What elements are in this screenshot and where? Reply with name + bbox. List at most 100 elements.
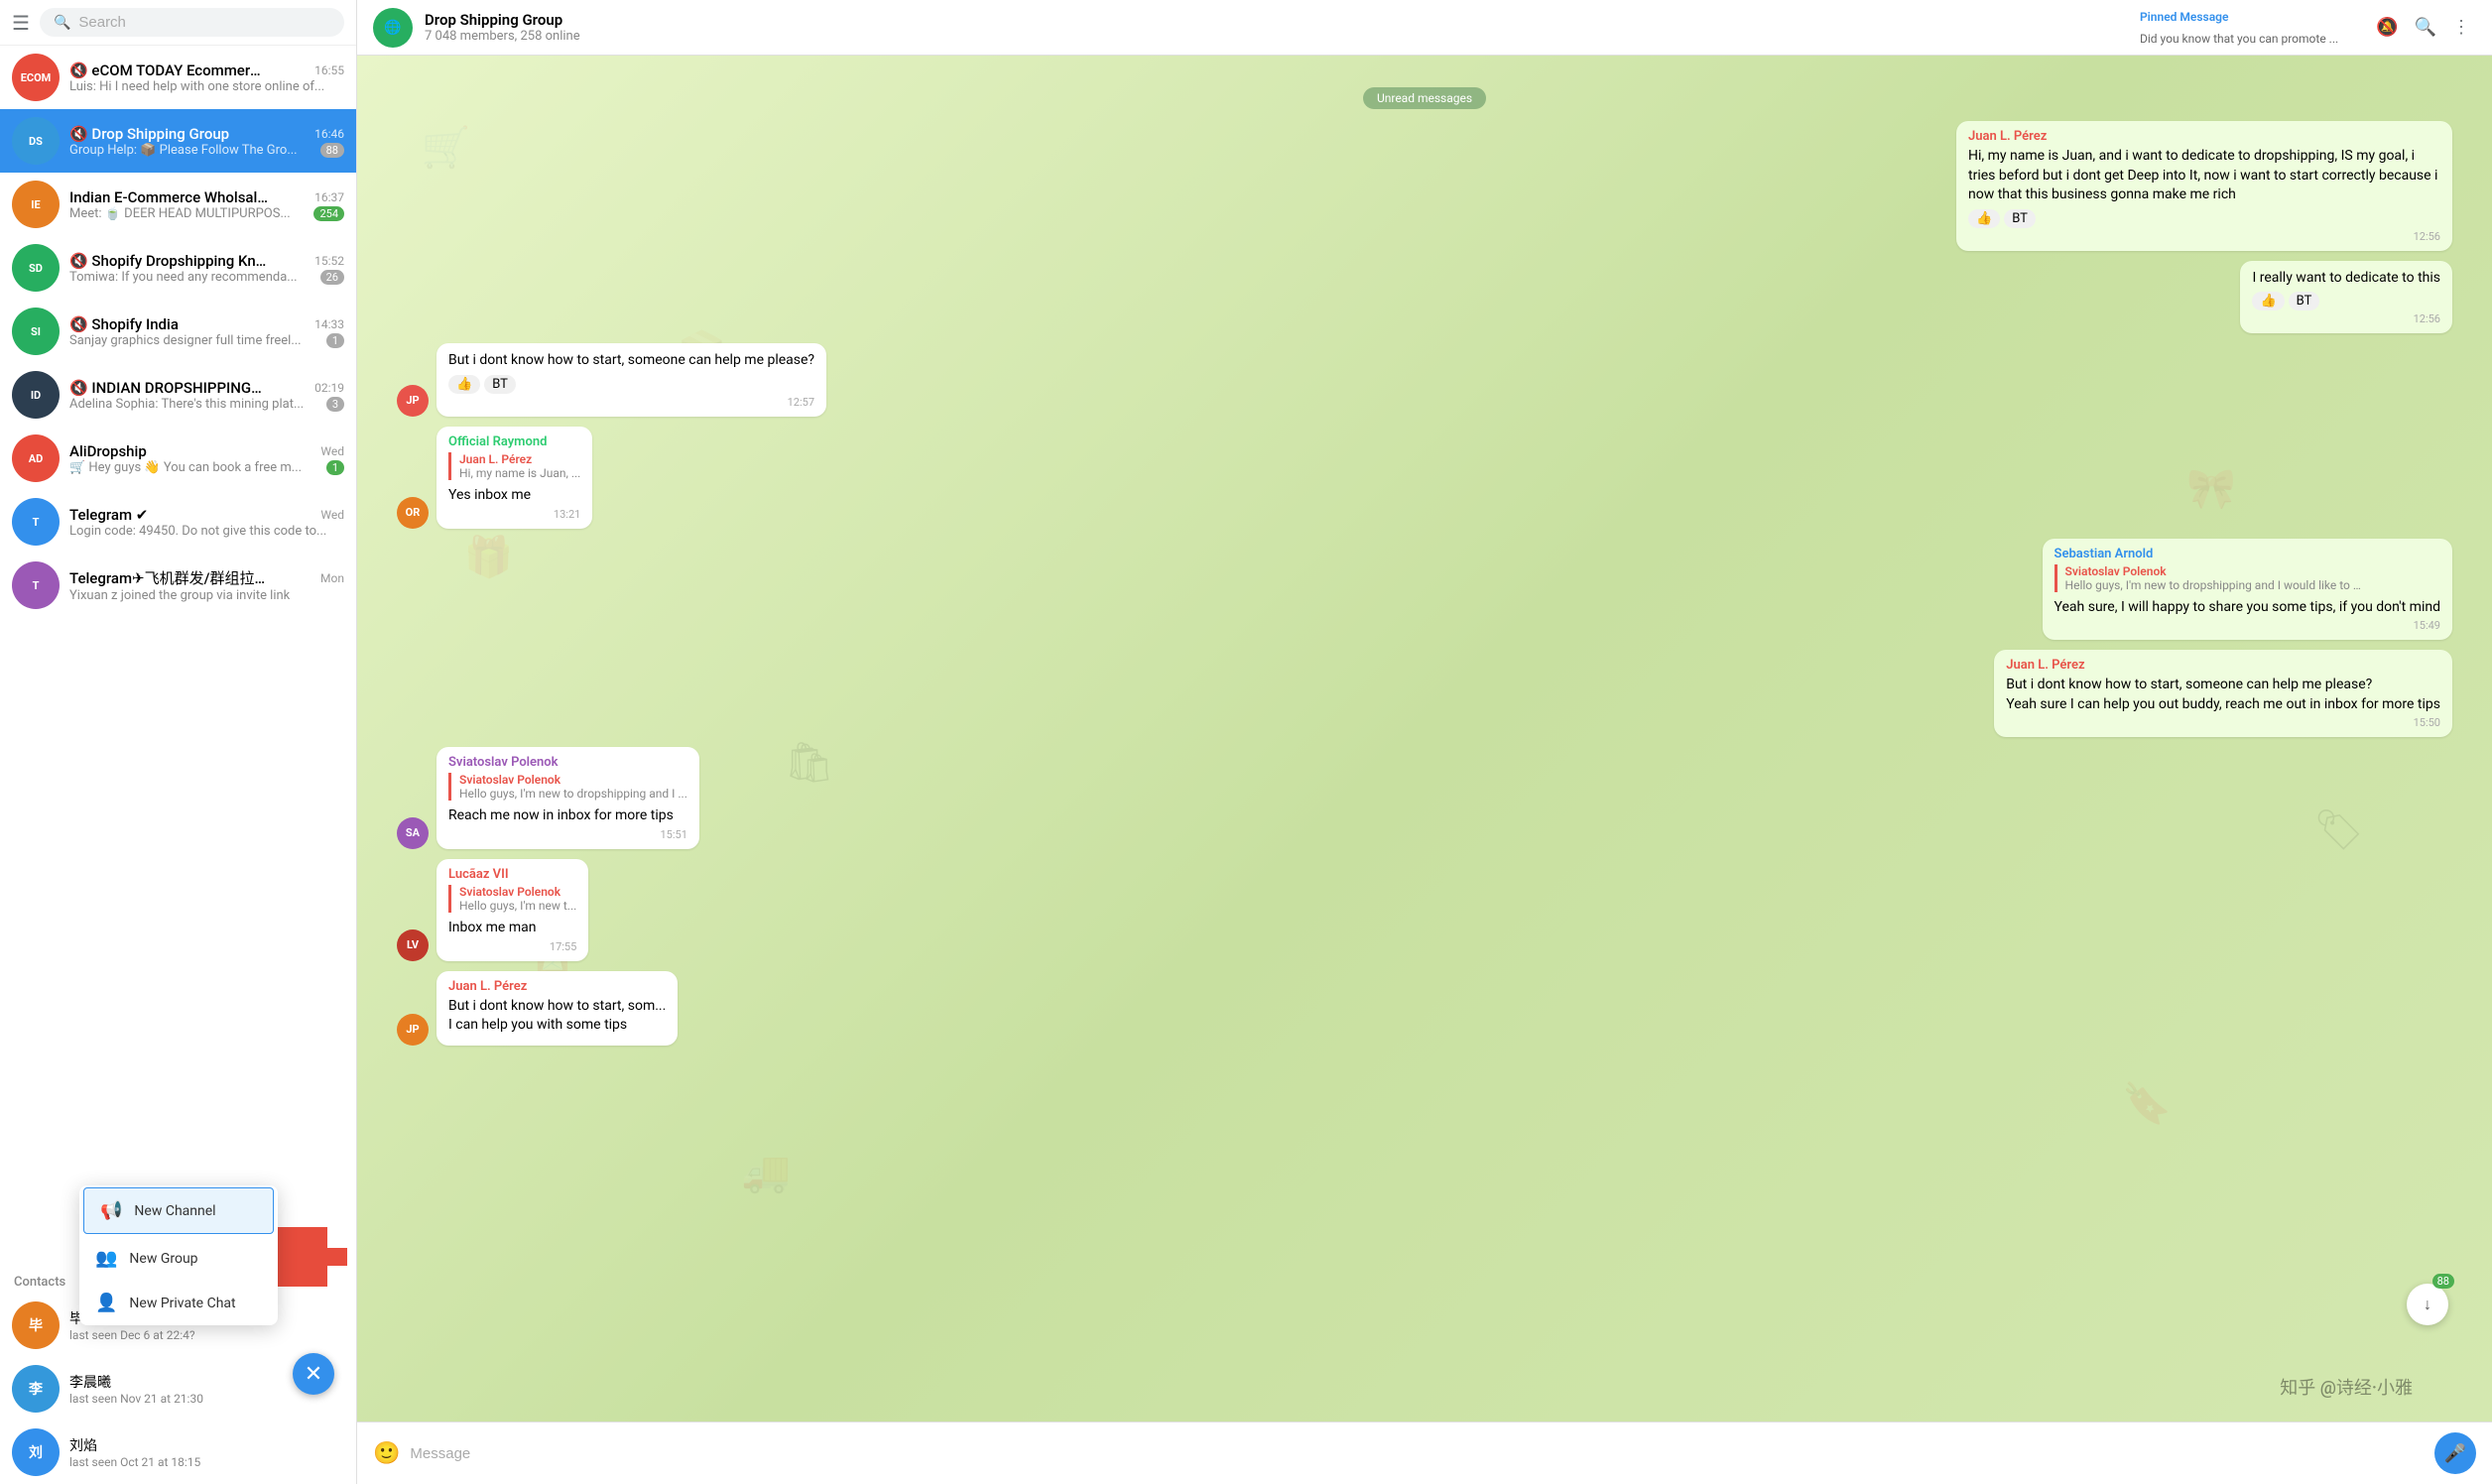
chat-preview: 🛒 Hey guys 👋 You can book a free m... (69, 460, 302, 475)
reaction[interactable]: 👍 (2252, 292, 2284, 310)
chat-preview: Meet: 🍵 DEER HEAD MULTIPURPOS... (69, 206, 291, 221)
chat-info: 🔇 eCOM TODAY Ecommerce | ENG C... 16:55 … (69, 62, 344, 94)
chat-avatar: DS (12, 117, 60, 165)
sender-name: Juan L. Pérez (448, 979, 666, 994)
chat-item-indian-drop[interactable]: ID 🔇 INDIAN DROPSHIPPING🚀🤑 02:19 Adelina… (0, 363, 356, 427)
msg-text: Inbox me man (448, 919, 576, 938)
message-bubble: Juan L. Pérez But i dont know how to sta… (436, 971, 678, 1046)
contact-status: last seen Dec 6 at 22:4? (69, 1328, 344, 1342)
chat-badge: 26 (320, 270, 344, 285)
pinned-label: Pinned Message (2140, 10, 2228, 24)
chat-badge: 1 (326, 333, 344, 348)
plus-icon: ✕ (305, 1362, 322, 1387)
contacts-label: Contacts (14, 1275, 65, 1290)
chat-info: Telegram ✔ Wed Login code: 49450. Do not… (69, 506, 344, 539)
reply-preview: Sviatoslav Polenok Hello guys, I'm new t… (448, 885, 576, 913)
chat-item-telegram-fly[interactable]: T Telegram✈飞机群发/群组拉人/群... ✔ Mon Yixuan z… (0, 554, 356, 617)
chat-time: 16:37 (314, 190, 344, 204)
reaction[interactable]: 👍 (448, 375, 480, 394)
contact-name: 刘焰 (69, 1435, 344, 1455)
chat-info: 🔇 INDIAN DROPSHIPPING🚀🤑 02:19 Adelina So… (69, 379, 344, 412)
chat-item-shopify-india[interactable]: SI 🔇 Shopify India 14:33 Sanjay graphics… (0, 300, 356, 363)
reply-preview: Sviatoslav Polenok Hello guys, I'm new t… (2055, 564, 2440, 592)
chat-item-telegram[interactable]: T Telegram ✔ Wed Login code: 49450. Do n… (0, 490, 356, 554)
msg-avatar: SA (397, 817, 429, 849)
search-input[interactable] (78, 14, 330, 31)
message-bubble: Official Raymond Juan L. Pérez Hi, my na… (436, 427, 592, 529)
chat-time: 16:55 (314, 63, 344, 77)
more-options-button[interactable]: ⋮ (2446, 11, 2476, 44)
reply-preview: Juan L. Pérez Hi, my name is Juan, ... (448, 452, 580, 480)
msg-time: 12:57 (448, 396, 814, 409)
message-row: I really want to dedicate to this 👍BT 12… (397, 261, 2452, 334)
emoji-button[interactable]: 🙂 (373, 1441, 400, 1466)
chat-header-sub: 7 048 members, 258 online (425, 29, 2128, 44)
msg-time: 15:50 (2006, 716, 2440, 729)
chat-name: 🔇 eCOM TODAY Ecommerce | ENG C... (69, 62, 268, 79)
search-box[interactable]: 🔍 (40, 8, 344, 37)
context-menu-item-new-channel[interactable]: 📢 New Channel (83, 1187, 274, 1234)
contact-item[interactable]: 刘 刘焰 last seen Oct 21 at 18:15 (0, 1421, 356, 1484)
chat-time: Wed (320, 508, 344, 522)
message-bubble: Juan L. Pérez But i dont know how to sta… (1994, 650, 2452, 737)
watermark: 知乎 @诗经·小雅 (2280, 1374, 2413, 1400)
scroll-btn[interactable]: 88 ↓ (2407, 1284, 2448, 1325)
chat-item-drop-shipping[interactable]: DS 🔇 Drop Shipping Group 16:46 Group Hel… (0, 109, 356, 173)
chat-item-shopify-drop[interactable]: SD 🔇 Shopify Dropshipping Knowledge ... … (0, 236, 356, 300)
chat-time: 14:33 (314, 317, 344, 331)
reaction[interactable]: BT (2289, 292, 2320, 310)
message-row: JP Juan L. Pérez But i dont know how to … (397, 971, 2452, 1046)
msg-text: But i dont know how to start, someone ca… (2006, 676, 2440, 714)
menu-item-icon: 👤 (95, 1293, 117, 1313)
chat-item-alidropship[interactable]: AD AliDropship Wed 🛒 Hey guys 👋 You can … (0, 427, 356, 490)
msg-avatar: LV (397, 929, 429, 961)
chat-item-ecom-today[interactable]: ECOM 🔇 eCOM TODAY Ecommerce | ENG C... 1… (0, 46, 356, 109)
contact-avatar: 毕 (12, 1301, 60, 1349)
chat-time: 16:46 (314, 127, 344, 141)
chat-badge: 88 (320, 143, 344, 158)
chat-header-info: Drop Shipping Group 7 048 members, 258 o… (425, 11, 2128, 44)
reaction[interactable]: BT (484, 375, 516, 394)
search-chat-button[interactable]: 🔍 (2409, 11, 2442, 44)
pinned-message-bar[interactable]: Pinned Message Did you know that you can… (2140, 10, 2338, 46)
chat-info: 🔇 Shopify India 14:33 Sanjay graphics de… (69, 315, 344, 348)
message-row: Sebastian Arnold Sviatoslav Polenok Hell… (397, 539, 2452, 641)
hamburger-icon[interactable]: ☰ (12, 11, 30, 35)
msg-text: Yes inbox me (448, 486, 580, 506)
chat-header-name: Drop Shipping Group (425, 11, 2128, 29)
msg-text: I really want to dedicate to this (2252, 269, 2440, 289)
message-bubble: Lucãaz VII Sviatoslav Polenok Hello guys… (436, 859, 588, 961)
new-chat-fab[interactable]: ✕ (293, 1353, 334, 1395)
reply-text: Hi, my name is Juan, ... (459, 466, 580, 480)
msg-time: 12:56 (1968, 230, 2440, 243)
mute-button[interactable]: 🔕 (2370, 11, 2404, 44)
reply-author: Sviatoslav Polenok (459, 773, 687, 787)
chat-preview: Tomiwa: If you need any recommenda... (69, 270, 298, 285)
msg-time: 15:51 (448, 828, 687, 841)
reaction[interactable]: BT (2004, 209, 2036, 228)
message-row: SA Sviatoslav Polenok Sviatoslav Polenok… (397, 747, 2452, 849)
menu-item-label: New Group (129, 1251, 197, 1267)
chat-item-indian-ecom[interactable]: IE Indian E-Commerce Wholsaler B2... 16:… (0, 173, 356, 236)
chat-avatar: AD (12, 434, 60, 482)
chat-info: Telegram✈飞机群发/群组拉人/群... ✔ Mon Yixuan z j… (69, 567, 344, 603)
mic-button[interactable]: 🎤 (2434, 1432, 2476, 1474)
sender-name: Sviatoslav Polenok (448, 755, 687, 770)
context-menu-item-new-group[interactable]: 👥 New Group (79, 1236, 278, 1281)
msg-text: But i dont know how to start, someone ca… (448, 351, 814, 371)
chat-avatar: T (12, 561, 60, 609)
context-menu: 📢 New Channel 👥 New Group 👤 New Private … (79, 1185, 278, 1325)
reaction[interactable]: 👍 (1968, 209, 2000, 228)
context-menu-item-new-private-chat[interactable]: 👤 New Private Chat (79, 1281, 278, 1325)
message-input-bar: 🙂 🎤 (357, 1422, 2492, 1484)
chat-badge: 1 (326, 460, 344, 475)
chat-name: Telegram✈飞机群发/群组拉人/群... ✔ (69, 567, 268, 588)
message-row: JP But i dont know how to start, someone… (397, 343, 2452, 417)
message-input[interactable] (410, 1437, 2425, 1470)
chat-avatar: SI (12, 308, 60, 355)
reply-author: Sviatoslav Polenok (2065, 564, 2440, 578)
msg-text: Yeah sure, I will happy to share you som… (2055, 598, 2440, 618)
contact-status: last seen Oct 21 at 18:15 (69, 1455, 344, 1469)
sidebar: ☰ 🔍 ECOM 🔇 eCOM TODAY Ecommerce | ENG C.… (0, 0, 357, 1484)
chat-badge: 254 (313, 206, 344, 221)
